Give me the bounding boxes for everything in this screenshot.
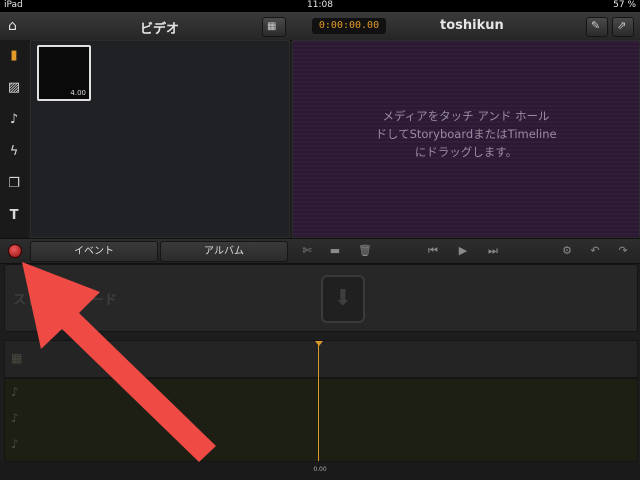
- copy-icon[interactable]: ❐: [4, 174, 24, 194]
- drop-target-icon: ⬇: [321, 275, 365, 323]
- storyboard-label: ストーリーボード: [13, 293, 118, 308]
- gear-icon[interactable]: ⚙: [558, 243, 576, 259]
- media-title: ビデオ: [140, 22, 180, 37]
- clip-icon[interactable]: ▮: [4, 46, 24, 66]
- undo-icon[interactable]: ↶: [586, 243, 604, 259]
- music-icon[interactable]: ♪: [4, 110, 24, 130]
- drag-hint: メディアをタッチ アンド ホール ドしてStoryboardまたはTimelin…: [293, 107, 639, 161]
- hint-line-2: ドしてStoryboardまたはTimeline: [375, 127, 557, 141]
- clip-thumbnail[interactable]: 4.00: [37, 45, 91, 101]
- text-icon[interactable]: T: [4, 206, 24, 226]
- playhead-line[interactable]: [318, 343, 319, 461]
- timeline-audio-track[interactable]: ♪ ♪ ♪: [4, 378, 638, 462]
- grid-icon: ▦: [267, 21, 277, 32]
- bolt-icon[interactable]: ϟ: [4, 142, 24, 162]
- timeline-ruler: 0.00: [0, 462, 640, 480]
- record-button[interactable]: [8, 244, 22, 258]
- tab-album[interactable]: アルバム: [160, 241, 288, 262]
- hint-line-3: にドラッグします。: [414, 145, 518, 159]
- media-type-toolbar: ▮ ▨ ♪ ϟ ❐ T: [0, 40, 28, 262]
- status-bar: iPad 11:08 57 %: [0, 0, 640, 12]
- forward-icon[interactable]: ⏭: [484, 243, 502, 259]
- media-browser: 4.00: [30, 40, 290, 238]
- timecode-display: 0:00:00.00: [312, 18, 386, 34]
- home-icon[interactable]: ⌂: [8, 18, 17, 34]
- grid-button[interactable]: ▦: [262, 17, 286, 37]
- top-toolbar: ⌂ ビデオ ▦ 0:00:00.00 toshikun ✎ ⇗: [0, 12, 640, 41]
- play-icon[interactable]: ▶: [454, 243, 472, 259]
- audio-track-icon-2: ♪: [11, 411, 19, 425]
- hint-line-1: メディアをタッチ アンド ホール: [382, 109, 550, 123]
- wrench-icon[interactable]: ✄: [298, 243, 316, 259]
- preview-viewer: メディアをタッチ アンド ホール ドしてStoryboardまたはTimelin…: [292, 40, 640, 238]
- battery-label: 57 %: [613, 0, 636, 10]
- share-icon: ⇗: [617, 19, 627, 32]
- ruler-time-label: 0.00: [313, 466, 327, 473]
- photo-icon[interactable]: ▨: [4, 78, 24, 98]
- clip-duration: 4.00: [70, 89, 86, 97]
- tab-events[interactable]: イベント: [30, 241, 158, 262]
- storyboard-track[interactable]: ストーリーボード ⬇: [4, 264, 638, 332]
- share-button[interactable]: ⇗: [612, 17, 634, 37]
- video-track-icon: ▦: [11, 351, 23, 365]
- playhead-handle[interactable]: [315, 341, 323, 346]
- film-icon[interactable]: ▬: [326, 243, 344, 259]
- audio-track-icon-3: ♪: [11, 437, 19, 451]
- export-icon: ✎: [591, 19, 601, 32]
- control-bar: イベント アルバム ✄ ▬ 🗑 ⏮ ▶ ⏭ ⚙ ↶ ↷: [0, 238, 640, 264]
- clock: 11:08: [307, 0, 333, 10]
- export-button[interactable]: ✎: [586, 17, 608, 37]
- rewind-icon[interactable]: ⏮: [424, 243, 442, 259]
- project-title: toshikun: [440, 18, 504, 33]
- trash-icon[interactable]: 🗑: [356, 243, 374, 259]
- redo-icon[interactable]: ↷: [614, 243, 632, 259]
- audio-track-icon-1: ♪: [11, 385, 19, 399]
